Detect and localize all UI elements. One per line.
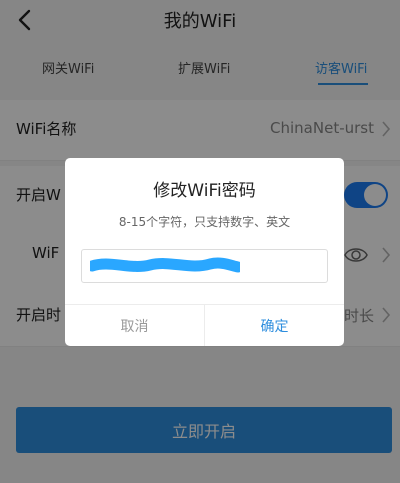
password-input[interactable] [81, 249, 328, 283]
cancel-button[interactable]: 取消 [65, 305, 204, 346]
dialog-title: 修改WiFi密码 [153, 181, 256, 201]
change-password-dialog: 修改WiFi密码 8-15个字符，只支持数字、英文 取消 确定 [65, 158, 344, 346]
dialog-hint: 8-15个字符，只支持数字、英文 [118, 215, 291, 229]
confirm-button[interactable]: 确定 [205, 305, 344, 346]
redaction-scribble [90, 257, 240, 273]
